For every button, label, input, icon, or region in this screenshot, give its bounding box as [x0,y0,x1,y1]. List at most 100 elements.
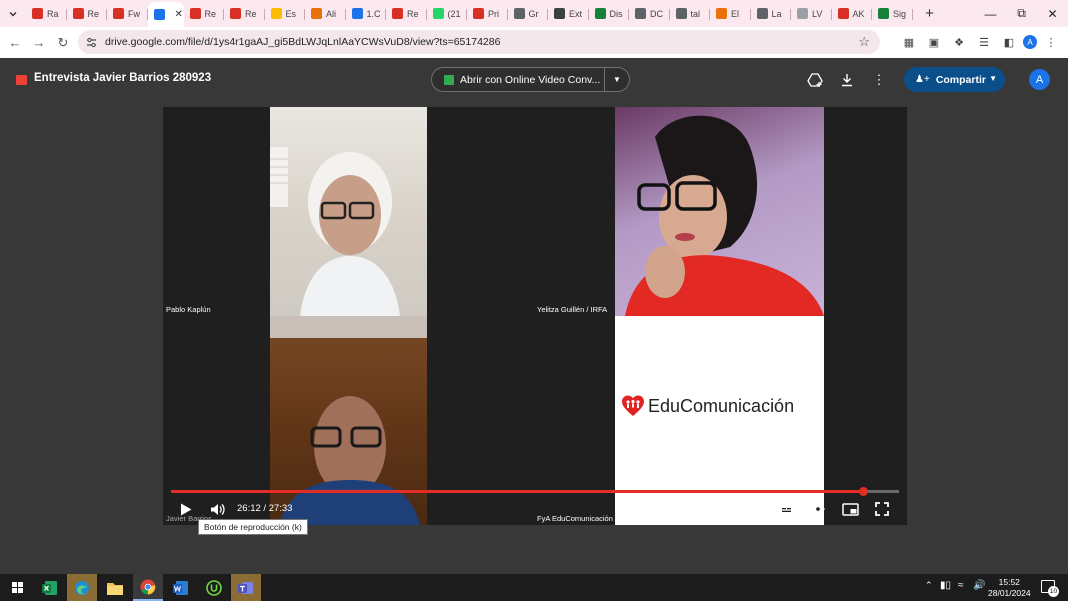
play-button-tooltip: Botón de reproducción (k) [198,519,308,535]
chevron-down-icon[interactable]: ▼ [989,74,997,83]
bookmark-star-icon[interactable]: ☆ [858,34,870,50]
new-tab-button[interactable]: + [919,5,941,22]
video-player[interactable]: EduComunicación Pablo Kaplún Yelitza Gui… [163,107,907,525]
share-label: Compartir [935,73,986,86]
globe-icon [635,8,646,19]
share-button[interactable]: ♟+ Compartir ▼ [904,67,1005,92]
browser-tab[interactable]: Re [386,3,427,25]
browser-tab[interactable]: Pri [467,3,508,25]
windows-taskbar: ⌃ ▮▯ ≈ 🔊 15:52 28/01/2024 10 [0,574,1068,601]
add-to-drive-icon[interactable] [806,71,824,89]
tab-label: tal [690,8,701,19]
gmail-icon [230,8,241,19]
extensions-puzzle-icon[interactable]: ❖ [948,31,970,53]
window-controls: — ⧉ ✕ [975,0,1068,27]
upwork-icon[interactable] [199,574,229,601]
forward-arrow-icon[interactable]: → [27,31,51,55]
participant-name: Yelitza Guillén / IRFA [537,305,608,314]
download-icon[interactable] [838,71,856,89]
subtitles-icon[interactable] [777,499,795,519]
participant-video-yelitza [615,107,824,316]
tab-search-chevron-icon[interactable] [0,0,26,27]
browser-tab[interactable]: Fw [107,3,148,25]
browser-tab[interactable]: 1.C [346,3,387,25]
browser-tab[interactable]: El [710,3,751,25]
browser-tab[interactable]: LV [791,3,832,25]
browser-tab[interactable]: Gr [508,3,549,25]
close-window-icon[interactable]: ✕ [1037,0,1068,27]
tab-label: Ali [326,8,337,19]
browser-toolbar: ← → ↻ drive.google.com/file/d/1ys4r1gaAJ… [0,27,1068,58]
minimize-icon[interactable]: — [975,0,1006,27]
tab-label: El [731,8,740,19]
participant-video-pablo [270,107,427,316]
file-explorer-icon[interactable] [100,574,130,601]
browser-tab[interactable]: Ra [26,3,67,25]
browser-menu-icon[interactable]: ⋮ [1040,31,1062,53]
chrome-icon[interactable] [133,574,163,601]
system-clock[interactable]: 15:52 28/01/2024 [988,577,1031,599]
browser-tab[interactable]: Re [224,3,265,25]
browser-tab[interactable]: Es [265,3,306,25]
fullscreen-icon[interactable] [873,499,891,519]
battery-icon[interactable]: ▮▯ [940,580,951,591]
tab-label: Re [204,8,217,19]
drive-icon [153,9,165,20]
back-arrow-icon[interactable]: ← [3,31,27,55]
browser-tab[interactable]: Re [184,3,225,25]
gmail-icon [72,8,84,19]
play-icon[interactable] [177,499,195,519]
person-thumbnail [270,316,427,525]
volume-icon[interactable] [207,499,227,519]
open-with-button[interactable]: Abrir con Online Video Conv... ▼ [431,67,630,92]
settings-gear-icon[interactable] [809,499,827,519]
browser-tab[interactable]: Sig [872,3,913,25]
browser-tab[interactable]: (21 [427,3,468,25]
picture-in-picture-icon[interactable] [840,499,860,519]
scrubber-handle[interactable] [859,487,869,496]
person-thumbnail [625,115,824,316]
volume-tray-icon[interactable]: 🔊 [973,580,985,591]
edge-icon[interactable] [67,574,97,601]
show-hidden-icons-chevron-icon[interactable]: ⌃ [925,580,933,591]
reload-icon[interactable]: ↻ [51,31,75,55]
word-icon[interactable] [166,574,196,601]
browser-tab[interactable]: Re [67,3,108,25]
browser-tab[interactable]: Ali [305,3,346,25]
browser-tab[interactable]: Dis [589,3,630,25]
extension-icon-1[interactable]: ▦ [898,31,920,53]
account-avatar[interactable]: A [1029,69,1050,90]
browser-tab[interactable]: Ext [548,3,589,25]
address-bar[interactable]: drive.google.com/file/d/1ys4r1gaAJ_gi5Bd… [78,30,880,54]
side-panel-icon[interactable]: ◧ [998,31,1020,53]
progress-bar[interactable] [171,487,899,496]
time-display: 26:12 / 27:33 [237,503,293,514]
browser-tab[interactable]: La [751,3,792,25]
drive-viewer-header: Entrevista Javier Barrios 280923 Abrir c… [0,58,1068,102]
tab-list: Ra Re Fw ✕ Re Re Es Ali 1.C Re (21 Pri Gr Ext Dis DC tal… [26,0,913,27]
teams-icon[interactable] [231,574,261,601]
restore-icon[interactable]: ⧉ [1006,0,1037,27]
more-options-icon[interactable]: ⋮ [870,71,888,89]
wifi-icon[interactable]: ≈ [958,580,964,591]
progress-fill [171,490,864,493]
browser-tab[interactable]: ✕ [147,2,184,27]
participant-name: Pablo Kaplún [166,305,211,314]
person-add-icon: ♟+ [915,74,930,85]
browser-tab[interactable]: DC [629,3,670,25]
close-tab-icon[interactable]: ✕ [175,9,183,20]
windows-start-icon[interactable] [2,574,32,601]
notification-center-icon[interactable]: 10 [1041,580,1059,597]
excel-icon[interactable] [35,574,65,601]
browser-tab[interactable]: AK [832,3,873,25]
browser-tab[interactable]: tal [670,3,711,25]
drive-icon [351,8,363,19]
profile-avatar[interactable]: A [1023,35,1037,49]
tab-label: 1.C [366,8,381,19]
chevron-down-icon[interactable]: ▼ [613,75,621,84]
square-icon [554,8,565,19]
media-control-icon[interactable]: ☰ [973,31,995,53]
extension-icon-2[interactable]: ▣ [923,31,945,53]
site-info-icon[interactable] [86,37,97,48]
open-with-label: Abrir con Online Video Conv... [460,73,601,86]
